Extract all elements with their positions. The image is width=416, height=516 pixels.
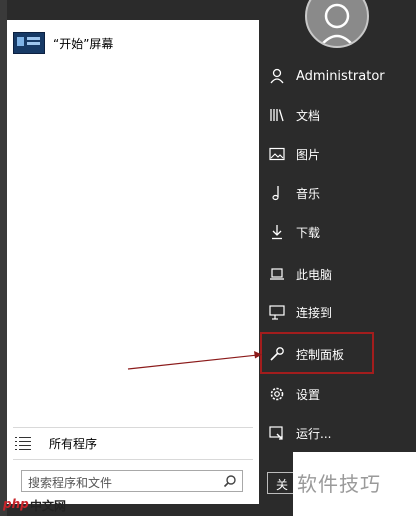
- php-logo: php: [3, 497, 29, 511]
- php-site-text: 中文网: [30, 499, 67, 513]
- shutdown-label: 关: [276, 478, 289, 492]
- annotation-arrow: [127, 351, 262, 370]
- watermark-text: 软件技巧: [297, 472, 381, 496]
